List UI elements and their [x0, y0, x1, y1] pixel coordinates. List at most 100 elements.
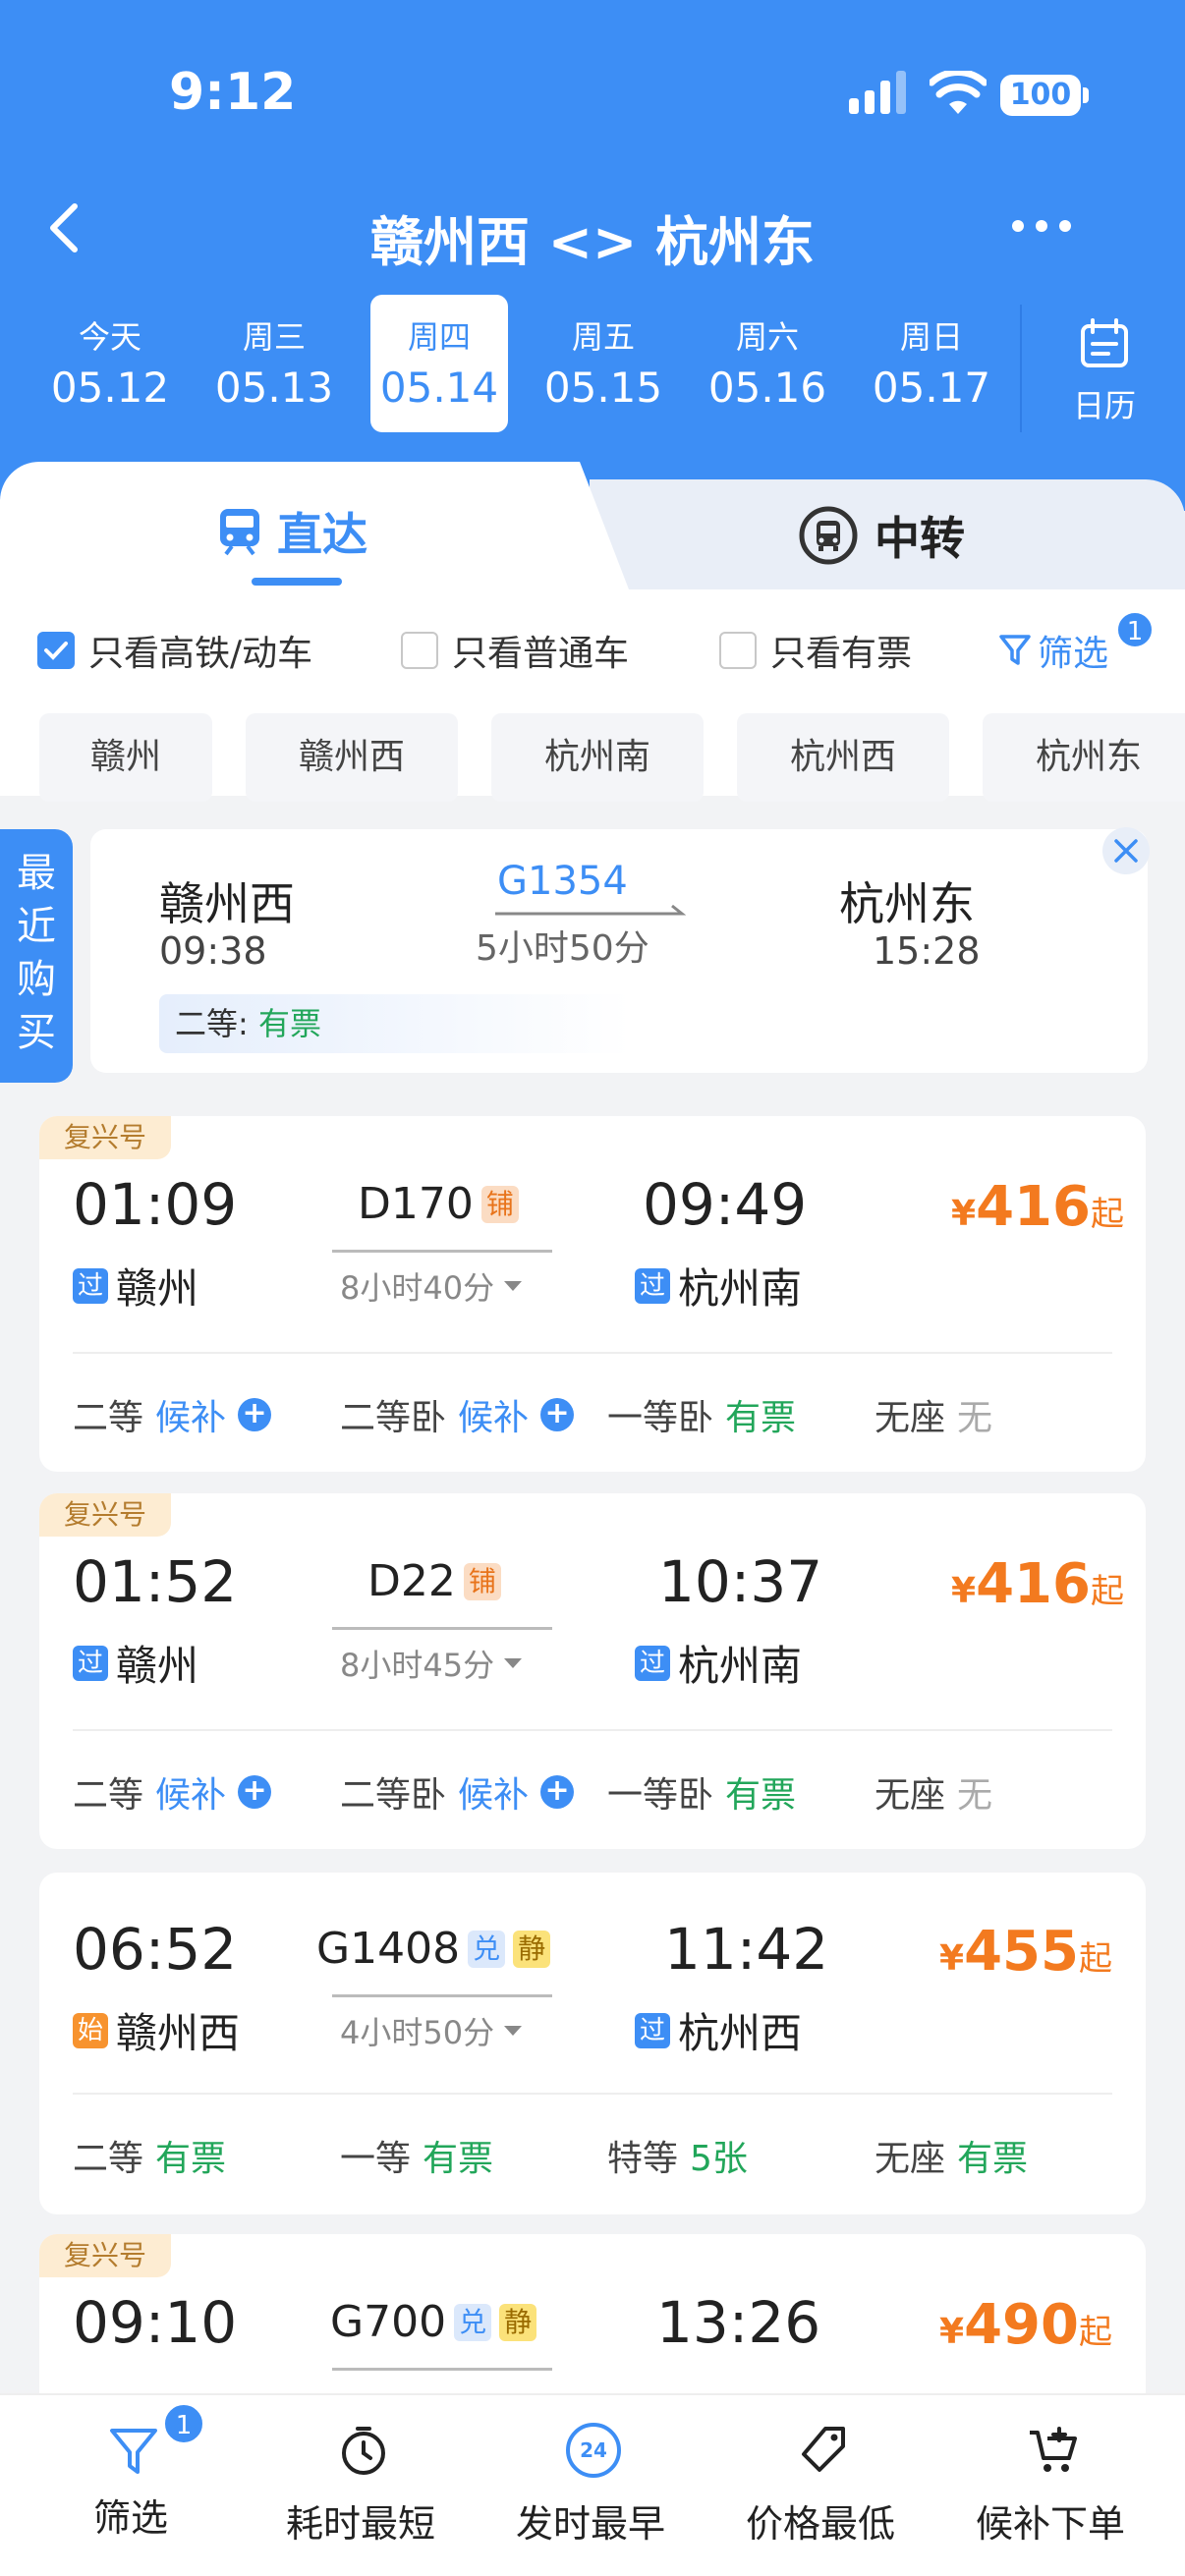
pass-mark: 过 — [73, 1267, 108, 1304]
duration-toggle[interactable]: 8小时45分 — [340, 1641, 524, 1686]
seat-status: 候补 — [155, 1775, 227, 1816]
sort-cheapest-button[interactable]: 价格最低 — [707, 2395, 933, 2576]
date-tab-today[interactable]: 今天 05.12 — [41, 295, 179, 432]
bottom-filter-button[interactable]: 1 筛选 — [18, 2395, 244, 2576]
tab-transfer-label-wrap: 中转 — [798, 503, 965, 568]
calendar-label: 日历 — [1072, 387, 1136, 424]
arr-time: 10:37 — [658, 1548, 823, 1615]
seat-second[interactable]: 二等 候补 + — [73, 1389, 272, 1440]
plus-circle-icon[interactable]: + — [540, 1775, 575, 1809]
close-button[interactable] — [1102, 827, 1150, 874]
train-card[interactable]: 复兴号 01:09 D170 铺 8小时40分 09:49 ¥ 416 起 过 … — [39, 1116, 1146, 1472]
to-station: 过 杭州西 — [635, 2000, 802, 2060]
seat-standing[interactable]: 无座 有票 — [875, 2130, 1028, 2181]
sort-earliest-button[interactable]: 24 发时最早 — [478, 2395, 704, 2576]
dep-time: 09:10 — [73, 2289, 238, 2356]
seat-name: 一等卧 — [607, 1775, 714, 1816]
date-week: 周四 — [407, 318, 471, 356]
seat-first[interactable]: 一等 有票 — [340, 2130, 493, 2181]
seat-first-sleeper[interactable]: 一等卧 有票 — [607, 1389, 796, 1440]
seat-second[interactable]: 二等 候补 + — [73, 1766, 272, 1818]
date-day: 05.14 — [379, 364, 499, 412]
train-card[interactable]: 06:52 G1408 兑 静 4小时50分 11:42 ¥ 455 起 始 赣… — [39, 1873, 1146, 2214]
train-number: D22 — [367, 1556, 456, 1606]
seat-name: 一等卧 — [607, 1398, 714, 1438]
checkbox-icon[interactable] — [719, 632, 757, 669]
dep-time: 01:09 — [73, 1171, 238, 1238]
plus-circle-icon[interactable]: + — [238, 1775, 272, 1809]
seat-second-sleeper[interactable]: 二等卧 候补 + — [340, 1766, 575, 1818]
train-number-wrap: G1408 兑 静 — [316, 1924, 551, 1974]
bottom-sort-bar: 1 筛选 耗时最短 24 发时最早 价格最低 候补下单 — [0, 2393, 1185, 2576]
train-number: G700 — [330, 2297, 447, 2347]
status-bar: 9:12 100 — [0, 0, 1185, 187]
seat-status: 无 — [957, 1775, 993, 1816]
seat-name: 特等 — [607, 2139, 679, 2179]
date-week: 周六 — [735, 318, 799, 356]
funnel-icon — [999, 635, 1031, 665]
filter-count-badge: 1 — [163, 2403, 204, 2444]
signal-icon — [849, 71, 906, 114]
date-tab-sun[interactable]: 周日 05.17 — [863, 295, 1000, 432]
station-chips: 赣州 赣州西 杭州南 杭州西 杭州东 — [0, 713, 1185, 802]
fuxing-tag: 复兴号 — [39, 1493, 171, 1537]
sort-shortest-button[interactable]: 耗时最短 — [248, 2395, 474, 2576]
divider — [73, 1352, 1112, 1354]
seat-standing[interactable]: 无座 无 — [875, 1766, 992, 1818]
seat-status: 有票 — [725, 1775, 797, 1816]
tab-direct-selected[interactable]: 直达 — [0, 462, 629, 589]
seat-second[interactable]: 二等 有票 — [73, 2130, 226, 2181]
seat-standing[interactable]: 无座 无 — [875, 1389, 992, 1440]
seat-name: 无座 — [875, 1775, 946, 1816]
seat-status: 候补 — [155, 1398, 227, 1438]
date-tab-thu-selected[interactable]: 周四 05.14 — [370, 295, 508, 432]
date-tab-sat[interactable]: 周六 05.16 — [699, 295, 836, 432]
station-chip[interactable]: 杭州南 — [491, 713, 704, 802]
more-icon[interactable] — [1002, 206, 1081, 246]
plus-circle-icon[interactable]: + — [540, 1398, 575, 1431]
station-chip[interactable]: 赣州 — [39, 713, 212, 802]
station-chip[interactable]: 杭州西 — [737, 713, 949, 802]
duration-toggle[interactable]: 4小时50分 — [340, 2008, 524, 2053]
seat-first-sleeper[interactable]: 一等卧 有票 — [607, 1766, 796, 1818]
recent-purchase-card[interactable]: 赣州西 09:38 G1354 5小时50分 杭州东 15:28 二等: 有票 — [90, 829, 1148, 1073]
recent-arr-time: 15:28 — [873, 929, 981, 973]
filter-high-speed[interactable]: 只看高铁/动车 — [37, 625, 312, 676]
plus-circle-icon[interactable]: + — [238, 1398, 272, 1431]
from-station-name: 赣州 — [116, 1642, 199, 1690]
seat-name: 无座 — [875, 2139, 946, 2179]
recent-to: 杭州东 — [839, 877, 975, 930]
duration-text: 8小时40分 — [340, 1269, 495, 1307]
tab-transfer[interactable]: 中转 — [590, 479, 1185, 589]
bus-circle-icon — [799, 506, 858, 565]
tab-direct-label-wrap: 直达 — [218, 499, 367, 564]
price: ¥ 490 起 — [939, 2293, 1112, 2357]
seat-premium[interactable]: 特等 5张 — [607, 2130, 748, 2181]
date-day: 05.12 — [50, 364, 170, 412]
seat-status: 无 — [957, 1398, 993, 1438]
price-qi: 起 — [1078, 1939, 1112, 1979]
sift-button[interactable]: 筛选 — [998, 625, 1108, 676]
station-chip[interactable]: 赣州西 — [246, 713, 458, 802]
filter-normal[interactable]: 只看普通车 — [401, 625, 629, 676]
recent-purchase-tag[interactable]: 最近购买 — [0, 829, 73, 1083]
date-tab-wed[interactable]: 周三 05.13 — [205, 295, 343, 432]
checkbox-checked-icon[interactable] — [37, 632, 75, 669]
filter-available[interactable]: 只看有票 — [719, 625, 912, 676]
calendar-button[interactable]: 日历 — [1020, 305, 1185, 432]
duration-toggle[interactable]: 8小时40分 — [340, 1263, 524, 1309]
sleeper-badge: 铺 — [463, 1562, 501, 1600]
pass-mark: 过 — [635, 1267, 670, 1304]
train-card[interactable]: 复兴号 09:10 G700 兑 静 13:26 ¥ 490 起 赣州西 杭州西 — [39, 2234, 1146, 2411]
clock-24-icon: 24 — [566, 2423, 621, 2478]
pass-mark: 过 — [635, 1645, 670, 1681]
seat-second-sleeper[interactable]: 二等卧 候补 + — [340, 1389, 575, 1440]
battery-tip — [1083, 87, 1089, 103]
price-value: 416 — [976, 1552, 1091, 1616]
date-tab-fri[interactable]: 周五 05.15 — [535, 295, 672, 432]
station-chip[interactable]: 杭州东 — [983, 713, 1185, 802]
waitlist-order-button[interactable]: 候补下单 — [937, 2395, 1163, 2576]
filter-available-label: 只看有票 — [770, 634, 913, 674]
train-card[interactable]: 复兴号 01:52 D22 铺 8小时45分 10:37 ¥ 416 起 过 赣… — [39, 1493, 1146, 1849]
checkbox-icon[interactable] — [401, 632, 438, 669]
